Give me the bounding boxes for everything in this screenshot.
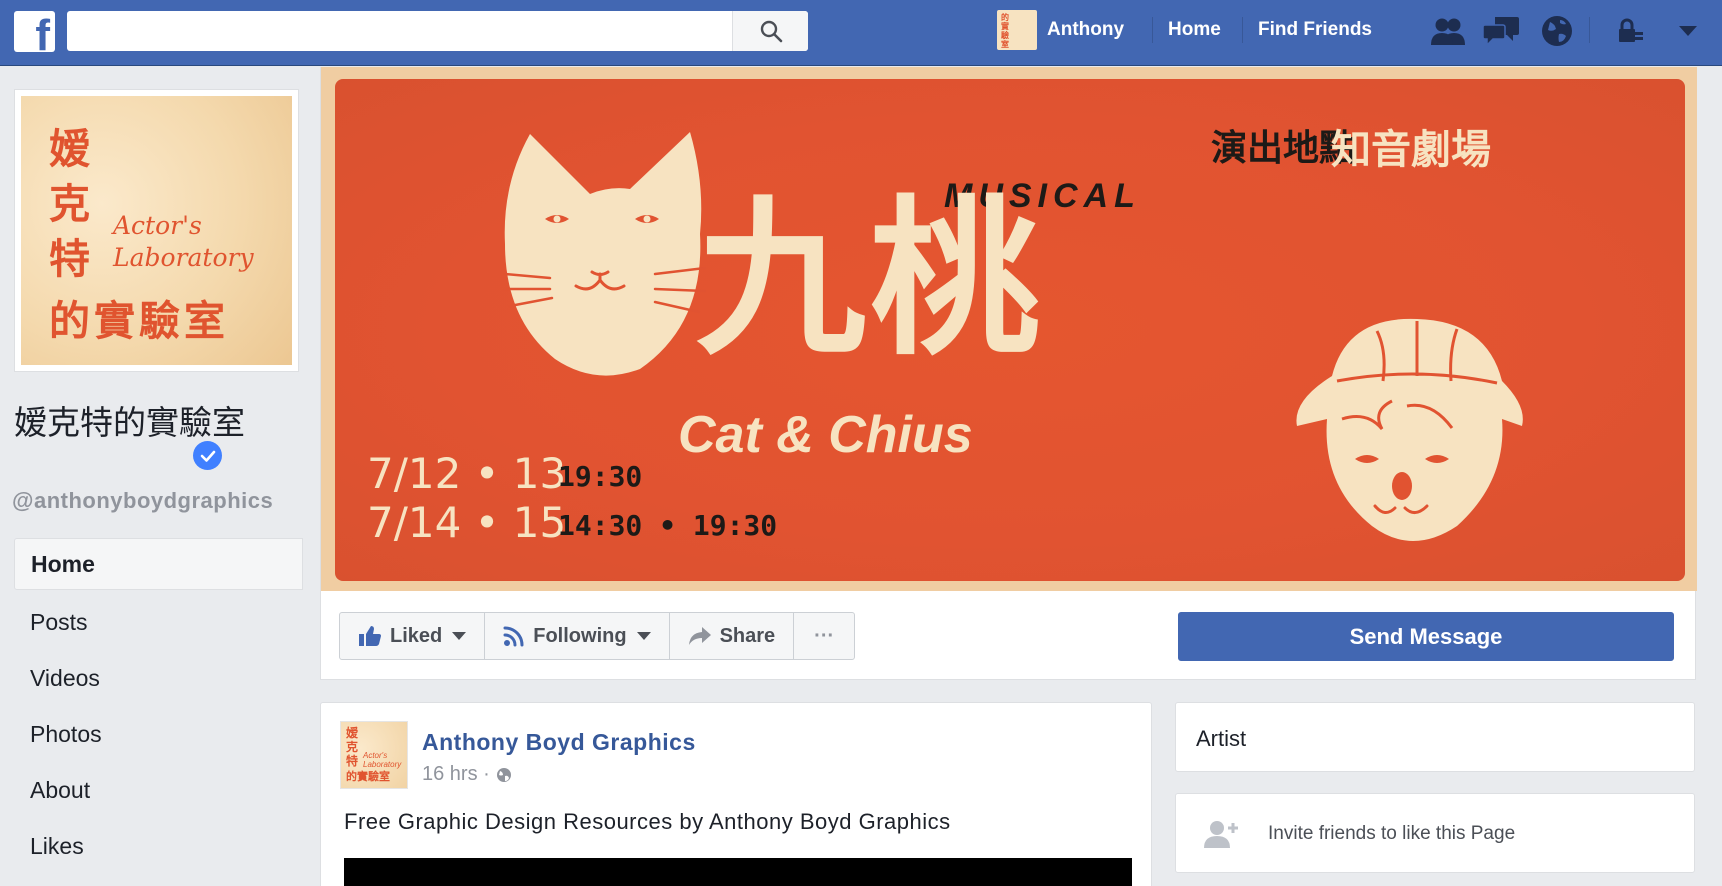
profile-picture: 嫒 克 特 的實驗室 Actor's Laboratory (21, 96, 292, 365)
liked-label: Liked (390, 624, 443, 647)
search-input[interactable] (67, 11, 732, 51)
page-title: 嫒克特的實驗室 (14, 403, 245, 442)
search-bar (67, 11, 808, 51)
cover-photo[interactable]: 演出地點 知音劇場 MUSICAL 九桃 Cat & Chius 7/12 • … (321, 67, 1697, 591)
post-author-name[interactable]: Anthony Boyd Graphics (422, 729, 696, 756)
more-options-button[interactable]: ··· (794, 613, 854, 659)
nav-divider (1589, 17, 1590, 43)
friend-requests-icon[interactable] (1428, 12, 1468, 50)
privacy-lock-icon[interactable] (1610, 12, 1650, 50)
account-menu-icon[interactable] (1668, 12, 1708, 50)
profile-picture-english: Actor's Laboratory (113, 211, 254, 272)
profile-picture-cjk-row: 的實驗室 (49, 297, 229, 345)
nav-home-link[interactable]: Home (1168, 19, 1221, 41)
public-globe-icon (496, 767, 511, 782)
post-timestamp[interactable]: 16 hrs · (422, 763, 512, 786)
share-button[interactable]: Share (670, 613, 795, 659)
nav-profile-link[interactable]: 的實驗室 Anthony (997, 9, 1124, 51)
following-button[interactable]: Following (485, 613, 670, 659)
cover-title-cjk: 九桃 (696, 181, 1045, 379)
post-time-text: 16 hrs · (422, 763, 490, 785)
cover-venue-name: 知音劇場 (1331, 127, 1491, 173)
profile-picture-cjk-column: 嫒 克 特 (49, 125, 90, 283)
left-nav-item-photos[interactable]: Photos (14, 706, 303, 762)
page-category[interactable]: Artist (1196, 726, 1246, 752)
verified-badge-icon (193, 441, 222, 470)
avatar: 的實驗室 (997, 10, 1037, 50)
share-label: Share (719, 624, 776, 647)
profile-picture-frame[interactable]: 嫒 克 特 的實驗室 Actor's Laboratory (14, 89, 299, 372)
search-icon (760, 20, 782, 43)
avatar-english: Actor's Laboratory (363, 751, 402, 769)
post-card: 嫒克特 Actor's Laboratory 的實驗室 Anthony Boyd… (320, 702, 1152, 886)
notifications-globe-icon[interactable] (1537, 12, 1577, 50)
boy-face-illustration (1296, 318, 1523, 541)
chevron-down-icon (452, 632, 467, 640)
top-navigation-bar: f 的實驗室 Anthony Home Find Friends (0, 0, 1722, 66)
avatar-cjk-column: 嫒克特 (346, 726, 359, 768)
thumbs-up-icon (359, 626, 381, 646)
left-nav-item-posts[interactable]: Posts (14, 594, 303, 650)
facebook-logo-icon[interactable]: f (14, 11, 55, 52)
nav-find-friends-link[interactable]: Find Friends (1258, 19, 1372, 41)
invite-friends-card[interactable]: Invite friends to like this Page (1175, 793, 1695, 873)
cover-date-1: 7/12 • 13 (367, 449, 567, 498)
share-arrow-icon (688, 627, 711, 645)
avatar-cjk-row: 的實驗室 (346, 771, 390, 783)
more-options-icon: ··· (814, 624, 835, 647)
messages-icon[interactable] (1482, 12, 1522, 50)
invite-friends-label: Invite friends to like this Page (1268, 823, 1516, 844)
left-nav-item-likes[interactable]: Likes (14, 818, 303, 874)
chevron-down-icon (636, 632, 651, 640)
cover-card: 演出地點 知音劇場 MUSICAL 九桃 Cat & Chius 7/12 • … (320, 67, 1697, 680)
send-message-button[interactable]: Send Message (1178, 612, 1674, 661)
page-handle[interactable]: @anthonyboydgraphics (12, 488, 273, 514)
nav-user-name: Anthony (1047, 19, 1125, 40)
page-left-navigation: Home Posts Videos Photos About Likes (14, 538, 303, 874)
add-friend-icon (1204, 821, 1238, 848)
rss-feed-icon (503, 626, 524, 647)
search-button[interactable] (732, 11, 808, 51)
cover-title-english: Cat & Chius (678, 406, 973, 464)
post-text: Free Graphic Design Resources by Anthony… (344, 809, 951, 834)
liked-button[interactable]: Liked (340, 613, 486, 659)
post-author-avatar[interactable]: 嫒克特 Actor's Laboratory 的實驗室 (340, 721, 408, 789)
post-media[interactable] (344, 858, 1132, 886)
cat-face-illustration (503, 132, 707, 376)
page-action-buttons: Liked Following Share ··· (339, 612, 856, 660)
left-nav-item-videos[interactable]: Videos (14, 650, 303, 706)
following-label: Following (533, 624, 627, 647)
cover-time-2: 14:30 • 19:30 (558, 509, 778, 542)
nav-divider (1152, 17, 1153, 43)
cover-date-2: 7/14 • 15 (367, 498, 567, 547)
left-nav-item-about[interactable]: About (14, 762, 303, 818)
cover-time-1: 19:30 (558, 460, 643, 493)
category-card: Artist (1175, 702, 1695, 772)
left-nav-item-home[interactable]: Home (14, 538, 303, 590)
avatar-cjk: 的實驗室 (1001, 13, 1009, 49)
nav-divider (1242, 17, 1243, 43)
